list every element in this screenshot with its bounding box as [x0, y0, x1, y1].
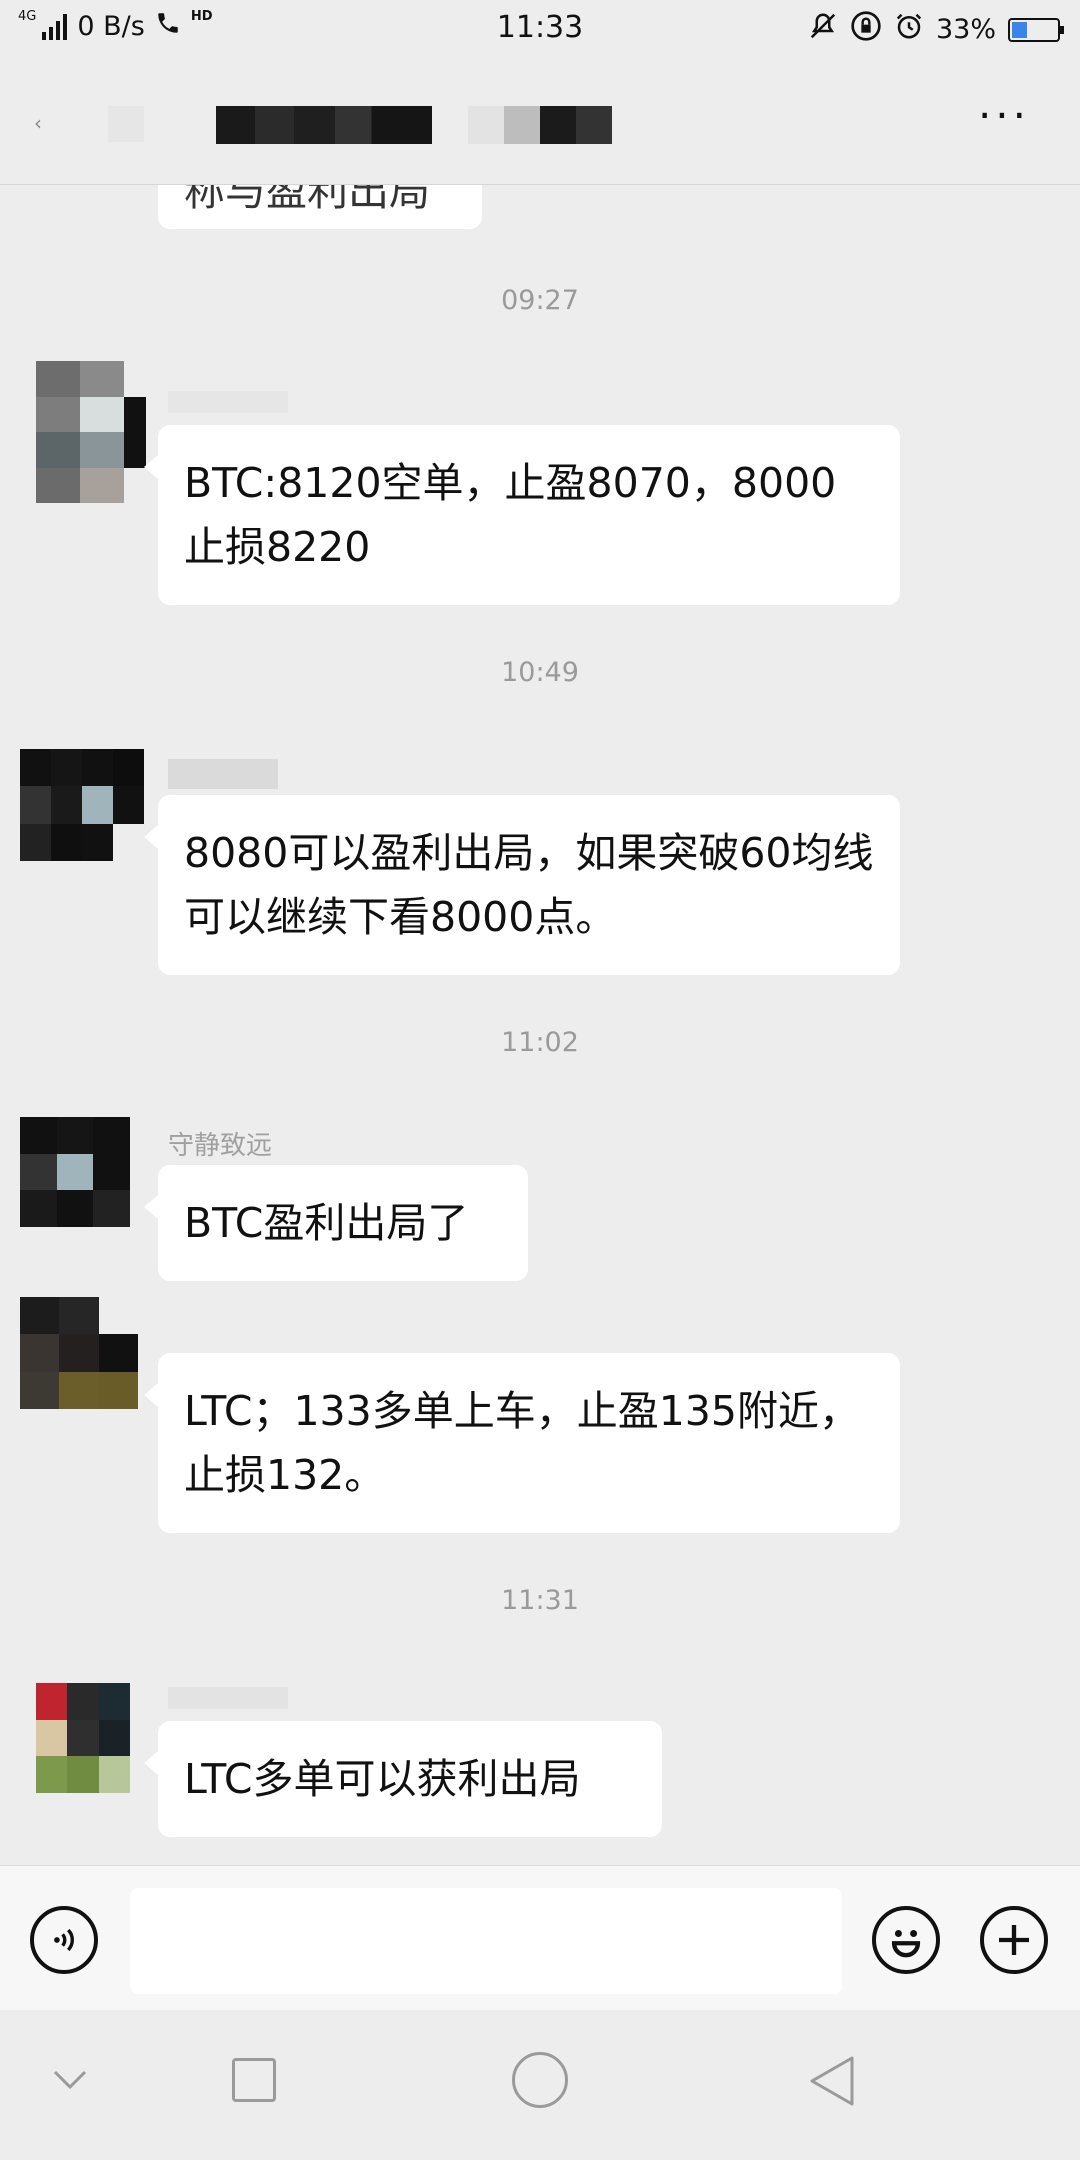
message-text: BTC盈利出局了 [184, 1199, 469, 1247]
nickname: 守静致远 [168, 1131, 273, 1161]
mute-bell-icon [808, 11, 838, 48]
chat-area[interactable]: 称与盈利出局 09:27 BTC:8120空单，止盈8070，8000止损822… [0, 185, 1080, 1865]
message-bubble[interactable]: BTC盈利出局了 [144, 1165, 528, 1281]
message-text: LTC；133多单上车，止盈135附近，止损132。 [184, 1387, 860, 1499]
back-triangle-icon[interactable] [806, 2054, 856, 2112]
plus-icon[interactable] [980, 1906, 1048, 1974]
status-bar: 4G 0 B/s HD 11:33 33% [0, 0, 1080, 56]
message-bubble[interactable]: BTC:8120空单，止盈8070，8000止损8220 [144, 425, 900, 605]
battery-percent: 33% [935, 14, 996, 45]
avatar[interactable] [36, 1683, 130, 1793]
message-text: 称与盈利出局 [184, 185, 430, 215]
nickname-blurred [168, 1687, 288, 1709]
nickname-blurred [168, 759, 278, 789]
nickname-blurred [168, 391, 288, 413]
message-bubble[interactable]: LTC多单可以获利出局 [144, 1721, 662, 1837]
emoji-icon[interactable] [872, 1906, 940, 1974]
timestamp: 11:31 [501, 1585, 579, 1616]
home-icon[interactable] [512, 2052, 568, 2108]
back-button[interactable]: ‹ [34, 111, 42, 135]
message-bubble[interactable]: LTC；133多单上车，止盈135附近，止损132。 [144, 1353, 900, 1533]
rotation-lock-icon [850, 10, 882, 49]
message-bubble-partial[interactable]: 称与盈利出局 [158, 185, 482, 229]
message-text: 8080可以盈利出局，如果突破60均线可以继续下看8000点。 [184, 829, 874, 941]
message-text: LTC多单可以获利出局 [184, 1755, 581, 1803]
message-input[interactable] [130, 1888, 842, 1994]
title-bar: ‹ ··· [0, 56, 1080, 185]
recents-icon[interactable] [232, 2058, 276, 2102]
timestamp: 09:27 [501, 285, 579, 316]
timestamp: 11:02 [501, 1027, 579, 1058]
input-bar [0, 1865, 1080, 2011]
pixelated-back-label [108, 106, 144, 142]
pixelated-chat-title [216, 106, 432, 144]
message-text: BTC:8120空单，止盈8070，8000止损8220 [184, 459, 837, 571]
avatar[interactable] [20, 1117, 130, 1227]
avatar[interactable] [36, 361, 146, 503]
timestamp: 10:49 [501, 657, 579, 688]
pixelated-member-count [468, 106, 612, 144]
more-menu-icon[interactable]: ··· [978, 95, 1030, 137]
navigation-bar [0, 2010, 1080, 2160]
avatar[interactable] [20, 1297, 138, 1409]
chevron-down-icon[interactable] [52, 2068, 88, 2096]
avatar[interactable] [20, 749, 144, 861]
voice-icon[interactable] [30, 1906, 98, 1974]
battery-icon [1008, 17, 1064, 42]
message-bubble[interactable]: 8080可以盈利出局，如果突破60均线可以继续下看8000点。 [144, 795, 900, 975]
status-right: 33% [808, 10, 1064, 49]
alarm-icon [894, 11, 924, 48]
